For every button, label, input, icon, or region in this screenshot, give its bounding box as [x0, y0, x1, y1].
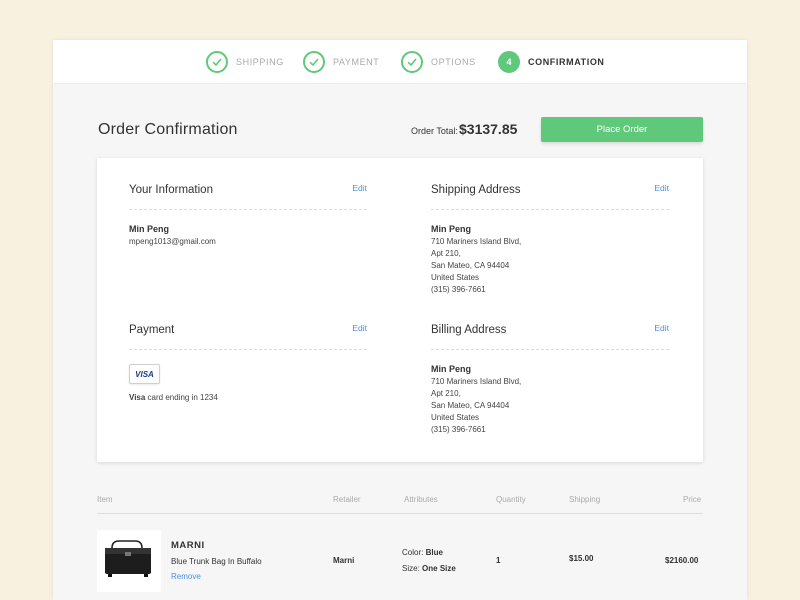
- item-shipping-cost: $15.00: [569, 554, 594, 563]
- step-payment[interactable]: PAYMENT: [303, 51, 379, 73]
- section-heading: Billing Address: [431, 324, 507, 336]
- step-number-badge: 4: [498, 51, 520, 73]
- product-brand: MARNI: [171, 540, 205, 551]
- address-line: 710 Mariners Island Blvd,: [431, 377, 522, 386]
- checkout-window: SHIPPING PAYMENT OPTIONS 4 CONFIRMATION …: [53, 40, 747, 600]
- place-order-button[interactable]: Place Order: [541, 117, 703, 142]
- step-shipping[interactable]: SHIPPING: [206, 51, 284, 73]
- customer-email: mpeng1013@gmail.com: [129, 237, 216, 246]
- item-price: $2160.00: [665, 556, 699, 565]
- edit-shipping-address-link[interactable]: Edit: [654, 183, 669, 193]
- visa-card-icon: VISA: [129, 364, 160, 384]
- address-line: 710 Mariners Island Blvd,: [431, 237, 522, 246]
- product-image[interactable]: [97, 530, 161, 592]
- attribute-label: Color:: [402, 548, 424, 557]
- billing-address-section: Billing Address Edit Min Peng 710 Marine…: [431, 318, 669, 434]
- address-line: Apt 210,: [431, 389, 461, 398]
- step-options[interactable]: OPTIONS: [401, 51, 476, 73]
- step-confirmation[interactable]: 4 CONFIRMATION: [498, 51, 605, 73]
- card-description: Visa card ending in 1234: [129, 393, 367, 402]
- card-ending: card ending in 1234: [145, 393, 218, 402]
- step-label: CONFIRMATION: [528, 57, 605, 67]
- column-header-item: Item: [97, 495, 113, 504]
- section-heading: Payment: [129, 324, 175, 336]
- column-header-shipping: Shipping: [569, 495, 601, 504]
- order-total-label: Order Total:: [411, 126, 458, 136]
- product-name[interactable]: Blue Trunk Bag In Buffalo: [171, 557, 262, 566]
- attribute-label: Size:: [402, 564, 420, 573]
- retailer-name: Marni: [333, 556, 355, 565]
- step-label: PAYMENT: [333, 57, 380, 67]
- column-header-price: Price: [683, 495, 702, 504]
- address-line: Apt 210,: [431, 249, 461, 258]
- billing-name: Min Peng: [431, 364, 471, 374]
- address-line: United States: [431, 413, 480, 422]
- remove-item-link[interactable]: Remove: [171, 572, 201, 581]
- attribute-value: One Size: [422, 564, 456, 573]
- address-line: United States: [431, 273, 480, 282]
- page-title: Order Confirmation: [98, 121, 238, 138]
- address-line: San Mateo, CA 94404: [431, 261, 510, 270]
- your-information-section: Your Information Edit Min Peng mpeng1013…: [129, 178, 367, 246]
- address-line: San Mateo, CA 94404: [431, 401, 510, 410]
- payment-section: Payment Edit VISA Visa card ending in 12…: [129, 318, 367, 402]
- attribute-size: Size: One Size: [402, 564, 456, 573]
- check-icon: [401, 51, 423, 73]
- order-summary-card: Your Information Edit Min Peng mpeng1013…: [97, 158, 703, 462]
- card-type: Visa: [129, 393, 146, 402]
- shipping-address-section: Shipping Address Edit Min Peng 710 Marin…: [431, 178, 669, 294]
- check-icon: [206, 51, 228, 73]
- section-heading: Shipping Address: [431, 184, 521, 196]
- shipping-name: Min Peng: [431, 224, 471, 234]
- table-divider: [97, 513, 703, 514]
- item-quantity: 1: [496, 556, 501, 565]
- step-label: OPTIONS: [431, 57, 476, 67]
- column-header-quantity: Quantity: [496, 495, 526, 504]
- bag-icon: [105, 540, 151, 577]
- step-label: SHIPPING: [236, 57, 284, 67]
- customer-name: Min Peng: [129, 224, 169, 234]
- edit-payment-link[interactable]: Edit: [352, 323, 367, 333]
- phone-number: (315) 396-7661: [431, 285, 486, 294]
- section-heading: Your Information: [129, 184, 213, 196]
- card-brand-logo: VISA: [135, 369, 154, 379]
- edit-your-information-link[interactable]: Edit: [352, 183, 367, 193]
- attribute-color: Color: Blue: [402, 548, 443, 557]
- order-total-value: $3137.85: [459, 121, 518, 137]
- checkout-progress: SHIPPING PAYMENT OPTIONS 4 CONFIRMATION: [53, 40, 747, 84]
- edit-billing-address-link[interactable]: Edit: [654, 323, 669, 333]
- column-header-attributes: Attributes: [404, 495, 438, 504]
- phone-number: (315) 396-7661: [431, 425, 486, 434]
- check-icon: [303, 51, 325, 73]
- column-header-retailer: Retailer: [333, 495, 361, 504]
- attribute-value: Blue: [425, 548, 443, 557]
